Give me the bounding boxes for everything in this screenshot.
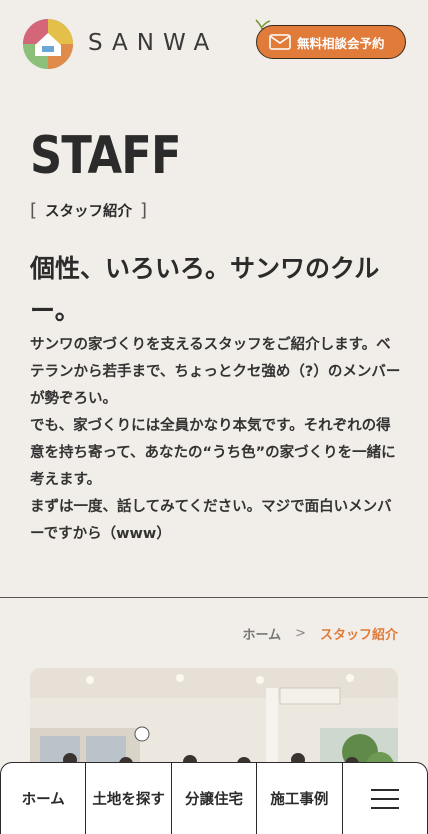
site-header: SANWA 無料相談会予約 bbox=[0, 0, 428, 90]
brand-name[interactable]: SANWA bbox=[88, 30, 218, 56]
breadcrumb-current: スタッフ紹介 bbox=[319, 628, 398, 643]
menu-button[interactable] bbox=[343, 763, 427, 834]
nav-find-land[interactable]: 土地を探す bbox=[86, 763, 172, 834]
page-subtitle-text: スタッフ紹介 bbox=[45, 204, 133, 220]
consultation-booking-label: 無料相談会予約 bbox=[297, 35, 385, 51]
bracket-open-icon: [ bbox=[30, 200, 38, 221]
hamburger-menu-icon bbox=[370, 788, 399, 809]
bracket-close-icon: ] bbox=[140, 200, 148, 221]
nav-home[interactable]: ホーム bbox=[1, 763, 87, 834]
bottom-navigation: ホーム 土地を探す 分譲住宅 施工事例 bbox=[0, 762, 428, 834]
page-subtitle: [ スタッフ紹介 ] bbox=[30, 200, 147, 221]
consultation-booking-button[interactable]: 無料相談会予約 bbox=[256, 25, 406, 59]
lead-heading: 個性、いろいろ。サンワのクルー。 bbox=[30, 254, 380, 325]
breadcrumb: ホーム > スタッフ紹介 bbox=[242, 624, 398, 643]
section-divider bbox=[0, 597, 428, 598]
breadcrumb-home-link[interactable]: ホーム bbox=[242, 624, 281, 643]
intro-paragraph: サンワの家づくりを支えるスタッフをご紹介します。ベテランから若手まで、ちょっとク… bbox=[30, 337, 401, 542]
page-title: STAFF bbox=[30, 126, 182, 186]
nav-subdivision-housing[interactable]: 分譲住宅 bbox=[172, 763, 258, 834]
nav-construction-examples[interactable]: 施工事例 bbox=[257, 763, 343, 834]
mail-icon bbox=[269, 34, 291, 50]
breadcrumb-separator-icon: > bbox=[295, 626, 306, 641]
sanwa-logo-icon[interactable] bbox=[22, 18, 74, 70]
